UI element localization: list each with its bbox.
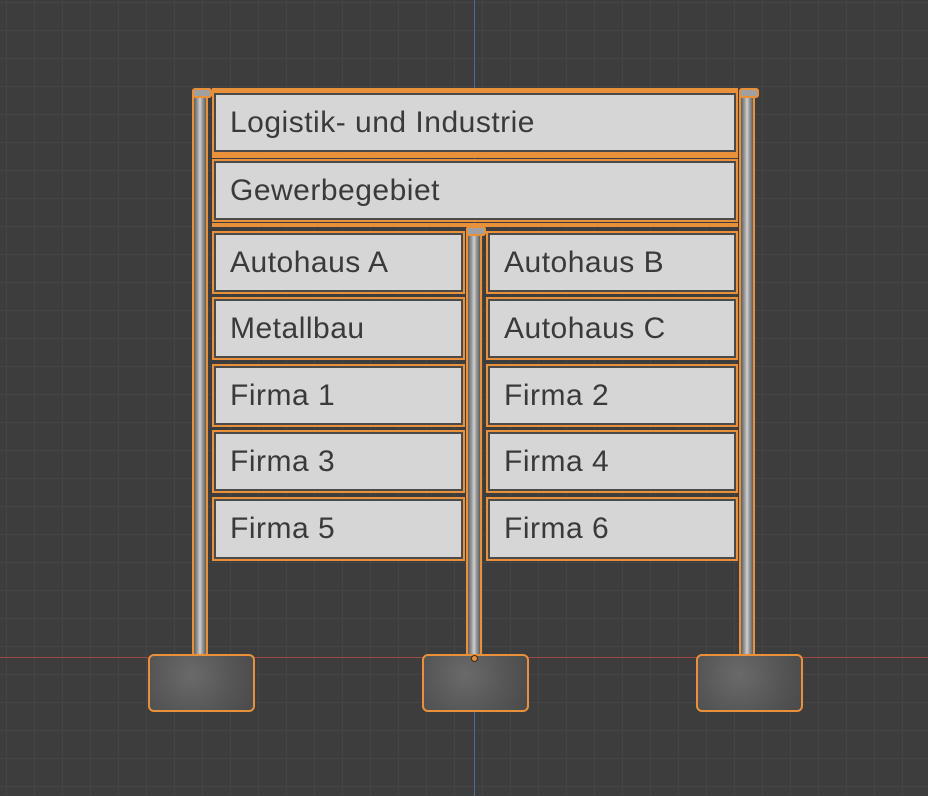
post-center[interactable]: [466, 226, 486, 658]
header-panel-1[interactable]: Logistik- und Industrie: [212, 91, 738, 154]
left-panel-5[interactable]: Firma 5: [212, 497, 465, 561]
right-panel-4[interactable]: Firma 4: [486, 430, 738, 493]
header-panel-2[interactable]: Gewerbegebiet: [212, 159, 738, 222]
post-right-cap: [739, 88, 759, 98]
post-right[interactable]: [739, 88, 759, 658]
post-center-cap: [466, 226, 486, 236]
left-panel-4[interactable]: Firma 3: [212, 430, 465, 493]
right-panel-1[interactable]: Autohaus B: [486, 231, 738, 294]
right-panel-2[interactable]: Autohaus C: [486, 297, 738, 360]
base-center[interactable]: [422, 654, 529, 712]
right-panel-3[interactable]: Firma 2: [486, 364, 738, 427]
base-left[interactable]: [148, 654, 255, 712]
frame-bar-header: [212, 154, 738, 158]
post-left-cap: [192, 88, 212, 98]
left-panel-2[interactable]: Metallbau: [212, 297, 465, 360]
origin-pivot-point[interactable]: [471, 655, 478, 662]
right-panel-5[interactable]: Firma 6: [486, 497, 738, 561]
base-right[interactable]: [696, 654, 803, 712]
left-panel-3[interactable]: Firma 1: [212, 364, 465, 427]
frame-bar-top: [212, 88, 738, 92]
left-panel-1[interactable]: Autohaus A: [212, 231, 465, 294]
post-left[interactable]: [192, 88, 212, 658]
